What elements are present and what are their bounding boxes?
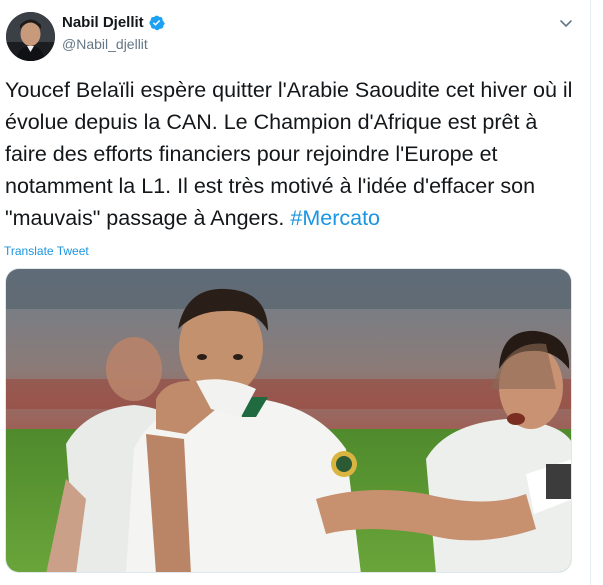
author-name-text: Nabil Djellit xyxy=(62,14,144,31)
tweet-body: Youcef Belaïli espère quitter l'Arabie S… xyxy=(5,78,573,230)
avatar[interactable] xyxy=(6,12,55,61)
tweet-media-photo[interactable] xyxy=(5,268,572,573)
photo-football-players xyxy=(6,269,571,572)
translate-tweet-link[interactable]: Translate Tweet xyxy=(4,244,89,258)
hashtag-link[interactable]: #Mercato xyxy=(290,206,380,230)
verified-badge-icon xyxy=(149,15,165,31)
tweet-card: Nabil Djellit @Nabil_djellit Youcef Bela… xyxy=(0,0,603,585)
tweet-text: Youcef Belaïli espère quitter l'Arabie S… xyxy=(5,74,580,234)
author-handle[interactable]: @Nabil_djellit xyxy=(62,36,148,52)
chevron-down-icon[interactable] xyxy=(559,16,573,30)
avatar-image xyxy=(6,12,55,61)
author-name[interactable]: Nabil Djellit xyxy=(62,14,165,31)
card-border xyxy=(590,0,591,585)
